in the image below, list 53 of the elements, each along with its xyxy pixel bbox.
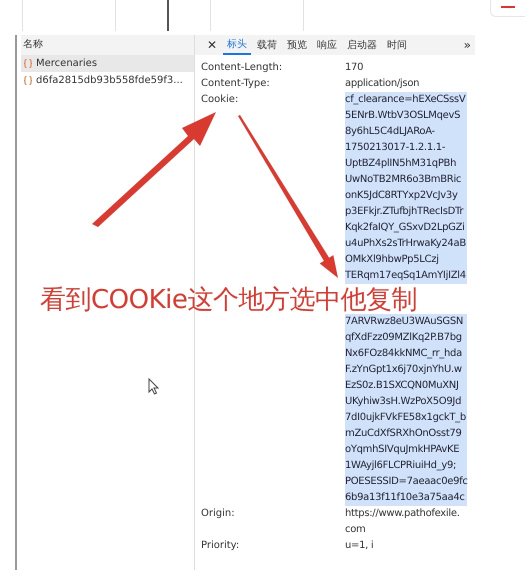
header-value: POESESSID=7aeaac0e9fc <box>345 474 467 490</box>
annotation-text: 看到COOKie这个地方选中他复制 <box>40 285 417 315</box>
cursor-icon <box>148 378 159 395</box>
header-value: TERqm17eqSq1AmYIjIZl4 <box>345 268 467 284</box>
tab[interactable]: 载荷 <box>253 35 282 55</box>
header-value: com <box>345 523 366 537</box>
tab[interactable]: 响应 <box>313 35 342 55</box>
header-value: 6b9a13f11f10e3a75aa4c <box>345 490 467 506</box>
header-value: 1750213017-1.2.1.1- <box>345 140 467 156</box>
header-value: qfXdFzz09MZlKq2P.B7bg <box>345 330 467 346</box>
header-value: u4uPhXs2sTrHrwaKy24aB <box>345 236 467 252</box>
header-value: 7ARVRwz8eU3WAuSGSN <box>345 314 467 330</box>
header-value: Kqk2faIQY_GSxvD2LpGZi <box>345 220 467 236</box>
tab[interactable]: 启动器 <box>343 35 382 55</box>
tab[interactable]: 时间 <box>383 35 412 55</box>
header-value: onK5JdC8RTYxp2VcJv3y <box>345 188 467 204</box>
header-value: 5ENrB.WtbV3OSLMqevS <box>345 108 467 124</box>
header-name: Priority: <box>201 539 240 553</box>
tab[interactable]: 标头 <box>223 35 252 55</box>
header-value: p3EFkjr.ZTufbjhTRecIsDTr <box>345 204 467 220</box>
header-value: u=1, i <box>345 539 374 553</box>
header-name: Content-Length: <box>201 61 284 75</box>
header-value: cf_clearance=hEXeCSssV <box>345 92 467 108</box>
header-value: application/json <box>345 77 420 91</box>
header-value: 8y6hL5C4dLJARoA- <box>345 124 467 140</box>
column-header: 名称 <box>21 35 194 55</box>
header-name: Cookie: <box>201 93 240 107</box>
header-value: https://www.pathofexile. <box>345 507 460 521</box>
more-tabs-button[interactable]: » <box>460 35 475 55</box>
braces-icon <box>23 76 33 85</box>
header-value: 7dI0ujkFVkFE58x1gckT_b <box>345 410 467 426</box>
header-value: EzS0z.B1SXCQN0MuXNJ <box>345 378 467 394</box>
header-value: UwNoTB2MR6o3BmBRic <box>345 172 467 188</box>
header-value: Nx6FOz84kkNMC_rr_hda <box>345 346 467 362</box>
arrow-icon <box>236 114 340 280</box>
header-name: Content-Type: <box>201 77 271 91</box>
header-value: mZuCdXfSRXhOnOsst79 <box>345 426 467 442</box>
minimize-icon[interactable] <box>490 0 525 17</box>
header-name: Origin: <box>201 507 236 521</box>
braces-icon <box>23 59 33 68</box>
header-value: UKyhiw3sH.WzPoX5O9Jd <box>345 394 467 410</box>
request-item[interactable]: d6fa2815db93b558fde59f3... <box>21 72 194 89</box>
close-button[interactable]: ✕ <box>203 35 222 55</box>
header-value: 1WAyjl6FLCPRiuiHd_y9; <box>345 458 467 474</box>
request-name: Mercenaries <box>36 57 98 71</box>
tab[interactable]: 预览 <box>283 35 312 55</box>
header-value: UptBZ4plIN5hM31qPBh <box>345 156 467 172</box>
header-value: oYqmhSIVquJmkHPAvKE <box>345 442 467 458</box>
header-value: 170 <box>345 61 364 75</box>
header-value: OMkXl9hbwPp5LCzj <box>345 252 467 268</box>
header-value: F.zYnGpt1x6j70xjnYhU.w <box>345 362 467 378</box>
request-name: d6fa2815db93b558fde59f3... <box>36 74 183 88</box>
request-item[interactable]: Mercenaries <box>21 55 194 72</box>
